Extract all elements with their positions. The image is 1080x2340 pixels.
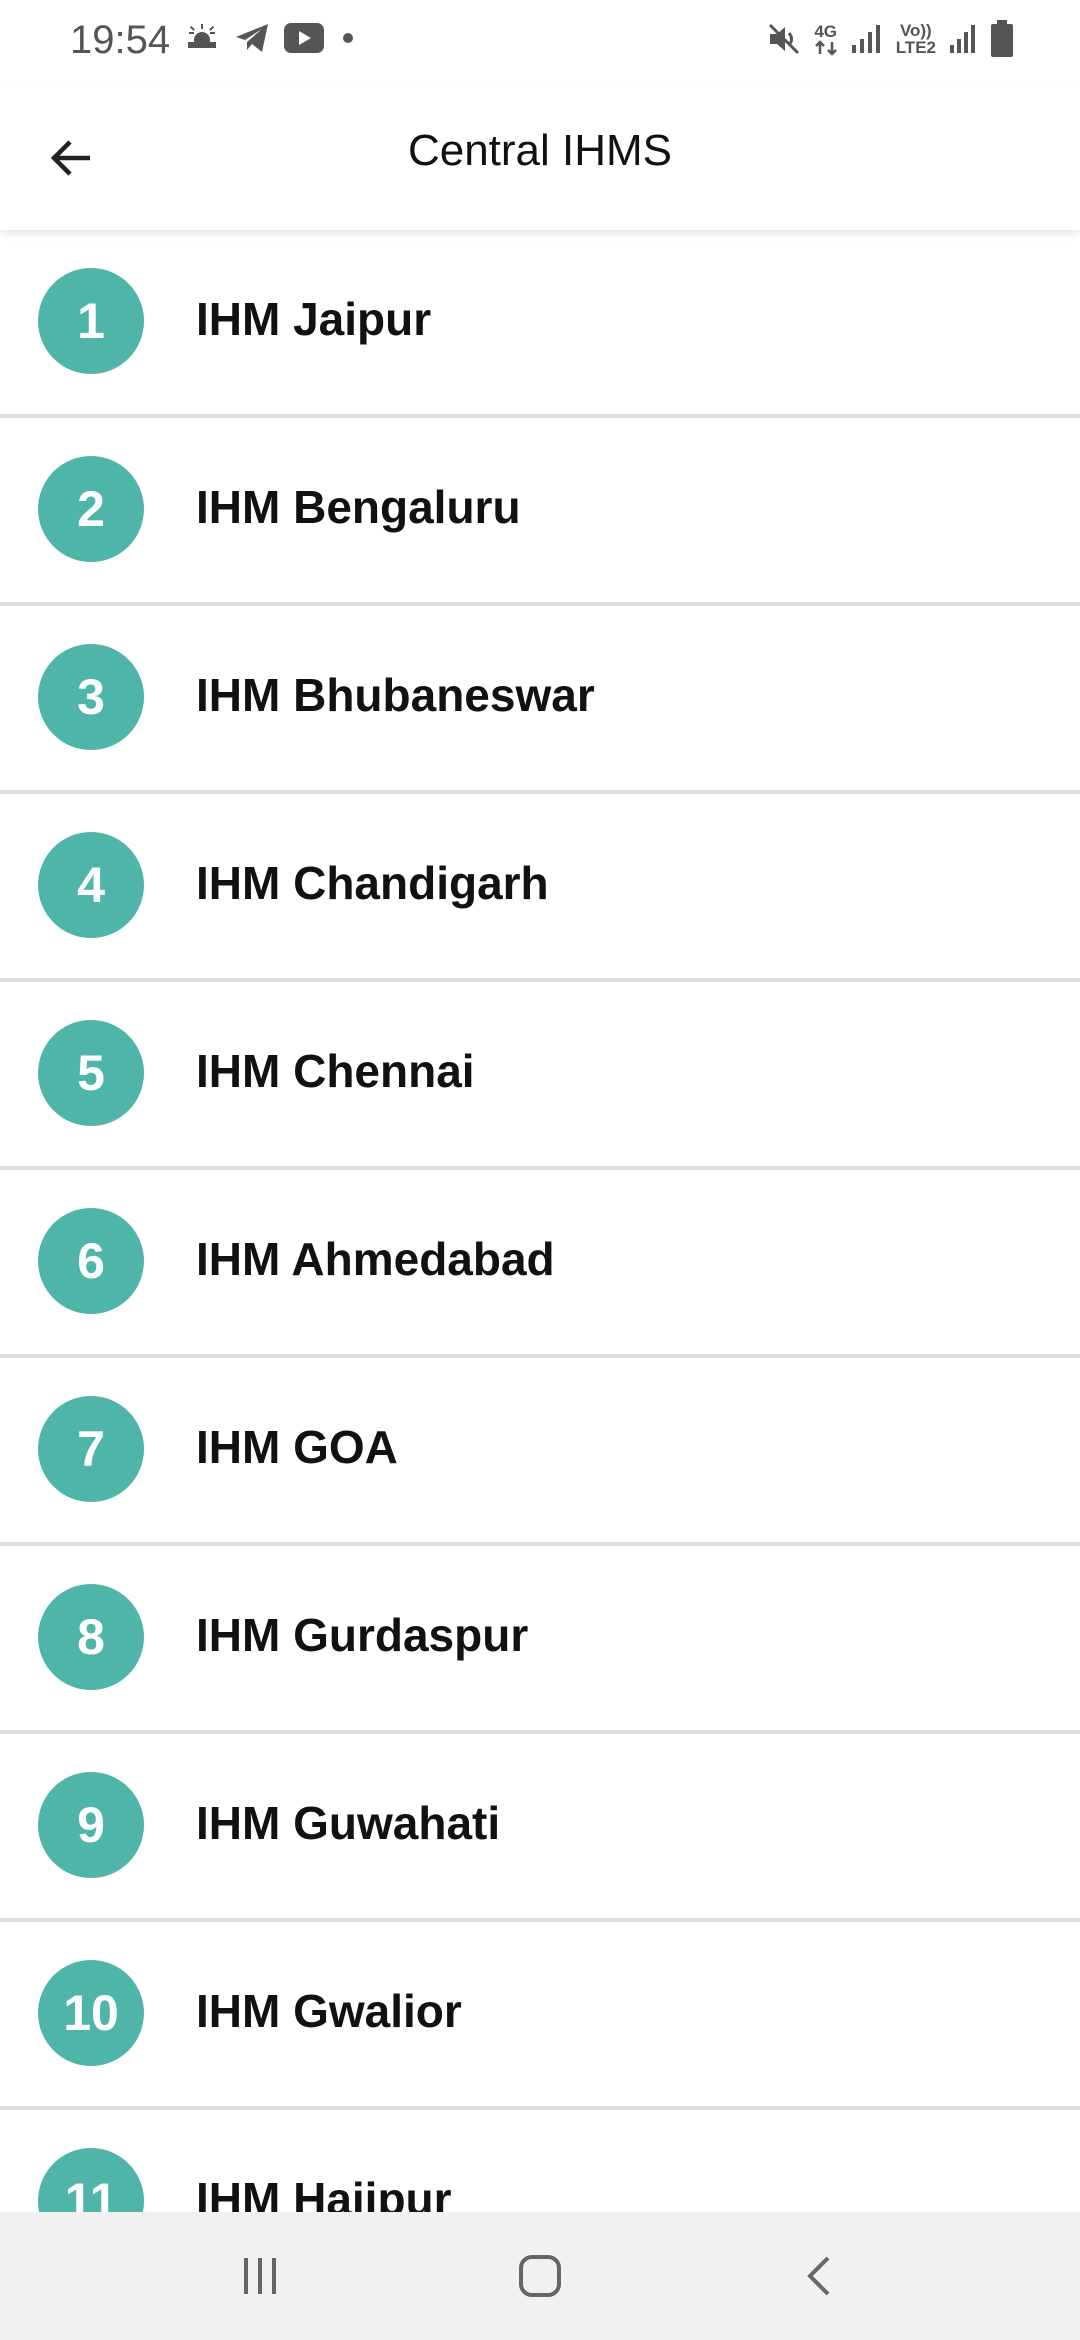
list-item[interactable]: 8 IHM Gurdaspur: [0, 1546, 1080, 1734]
app-bar: Central IHMS: [0, 86, 1080, 230]
item-label: IHM Hajipur: [196, 2173, 452, 2212]
item-number-badge: 3: [38, 644, 144, 750]
youtube-icon: [284, 23, 324, 53]
page-title: Central IHMS: [407, 126, 673, 175]
network-label: 4G: [814, 21, 838, 41]
list-item[interactable]: 11 IHM Hajipur: [0, 2110, 1080, 2212]
system-nav-bar: [0, 2212, 1080, 2340]
item-number-badge: 1: [38, 268, 144, 374]
item-number-badge: 10: [38, 1960, 144, 2066]
item-label: IHM Chennai: [196, 1045, 475, 1097]
telegram-icon: [234, 22, 270, 54]
item-label: IHM Jaipur: [196, 293, 432, 345]
recent-apps-button[interactable]: [220, 2242, 300, 2310]
item-label: IHM GOA: [196, 1421, 398, 1473]
item-label: IHM Chandigarh: [196, 857, 549, 909]
ihm-list: 1 IHM Jaipur 2 IHM Bengaluru 3 IHM Bhuba…: [0, 230, 1080, 2212]
item-label: IHM Gwalior: [196, 1985, 462, 2037]
list-item[interactable]: 10 IHM Gwalior: [0, 1922, 1080, 2110]
list-item[interactable]: 7 IHM GOA: [0, 1358, 1080, 1546]
list-item[interactable]: 4 IHM Chandigarh: [0, 794, 1080, 982]
status-bar: 19:54 4G Vo)) LTE2: [0, 0, 1080, 86]
list-item[interactable]: 5 IHM Chennai: [0, 982, 1080, 1170]
item-number-badge: 5: [38, 1020, 144, 1126]
list-item[interactable]: 9 IHM Guwahati: [0, 1734, 1080, 1922]
screen: 19:54 4G Vo)) LTE2 Central IHMS 1 IHM Ja…: [0, 0, 1080, 2340]
item-label: IHM Ahmedabad: [196, 1233, 555, 1285]
recent-apps-icon: [238, 2254, 282, 2298]
volte-icon: Vo)) LTE2: [896, 22, 936, 56]
item-number-badge: 9: [38, 1772, 144, 1878]
home-icon: [516, 2252, 564, 2300]
battery-icon: [990, 20, 1014, 58]
item-number-badge: 11: [38, 2148, 144, 2212]
item-label: IHM Bhubaneswar: [196, 669, 595, 721]
list-item[interactable]: 3 IHM Bhubaneswar: [0, 606, 1080, 794]
item-number-badge: 2: [38, 456, 144, 562]
home-button[interactable]: [500, 2242, 580, 2310]
list-item[interactable]: 6 IHM Ahmedabad: [0, 1170, 1080, 1358]
status-time: 19:54: [70, 18, 171, 62]
mute-icon: [766, 21, 802, 57]
chevron-left-icon: [798, 2254, 842, 2298]
list-item[interactable]: 1 IHM Jaipur: [0, 230, 1080, 418]
item-label: IHM Gurdaspur: [196, 1609, 529, 1661]
weather-icon: [184, 22, 220, 54]
list-item[interactable]: 2 IHM Bengaluru: [0, 418, 1080, 606]
lte-label: LTE2: [895, 38, 936, 57]
volte-label: Vo)): [899, 21, 932, 40]
signal-icon-2: [948, 23, 978, 55]
item-number-badge: 6: [38, 1208, 144, 1314]
item-label: IHM Bengaluru: [196, 481, 521, 533]
status-left-icons: [184, 22, 358, 54]
item-label: IHM Guwahati: [196, 1797, 501, 1849]
back-nav-button[interactable]: [780, 2242, 860, 2310]
dot-icon: [338, 28, 358, 48]
item-number-badge: 4: [38, 832, 144, 938]
item-number-badge: 7: [38, 1396, 144, 1502]
network-type-icon: 4G: [814, 23, 838, 56]
signal-icon: [850, 23, 884, 55]
status-right-icons: 4G Vo)) LTE2: [766, 20, 1014, 58]
item-number-badge: 8: [38, 1584, 144, 1690]
